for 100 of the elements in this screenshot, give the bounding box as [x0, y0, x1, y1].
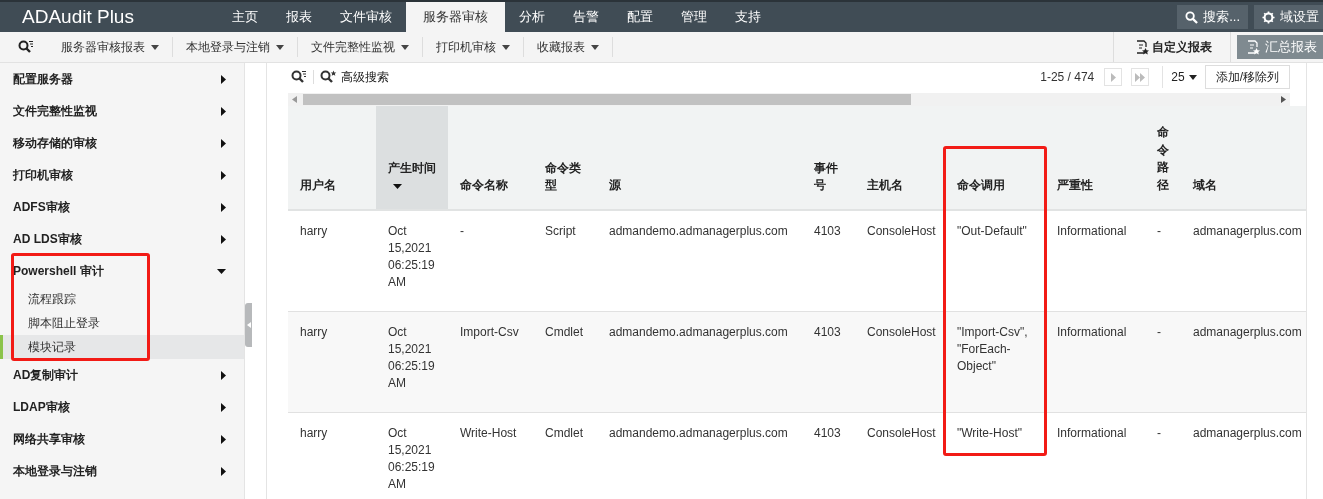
column-header[interactable]: 用户名 — [288, 106, 376, 210]
column-header[interactable]: 主机名 — [855, 106, 945, 210]
app-logo: ADAudit Plus — [21, 5, 135, 29]
sidebar-item[interactable]: 文件完整性监视 — [0, 95, 244, 127]
sidebar-subitem[interactable]: 模块记录 — [0, 335, 244, 359]
nav-tab[interactable]: 分析 — [505, 2, 559, 32]
report-menu[interactable]: 文件完整性监视 — [298, 37, 423, 57]
caret-icon — [276, 44, 284, 50]
sidebar-item[interactable]: 本地登录与注销 — [0, 455, 244, 487]
scroll-right-icon[interactable] — [1281, 96, 1286, 103]
sidebar-item[interactable]: AD LDS审核 — [0, 223, 244, 255]
sidebar-item[interactable]: 移动存储的审核 — [0, 127, 244, 159]
nav-tab[interactable]: 报表 — [272, 2, 326, 32]
report-menu[interactable]: 服务器审核报表 — [48, 37, 173, 57]
sidebar-item[interactable]: LDAP审核 — [0, 391, 244, 423]
sidebar-subitem[interactable]: 脚本阻止登录 — [0, 311, 244, 335]
table-cell: Script — [533, 210, 597, 312]
sidebar-item[interactable]: Powershell 审计 — [0, 255, 244, 287]
search-star-icon — [320, 70, 337, 84]
nav-tab[interactable]: 服务器审核 — [406, 2, 505, 32]
nav-tab[interactable]: 管理 — [667, 2, 721, 32]
advanced-search-button[interactable]: 高级搜索 — [320, 68, 389, 86]
caret-right-icon — [221, 202, 226, 212]
column-header[interactable]: 命令调用 — [945, 106, 1045, 210]
table-cell: 4103 — [802, 412, 855, 499]
column-header[interactable]: 命令路径 — [1145, 106, 1181, 210]
add-remove-columns-button[interactable]: 添加/移除列 — [1204, 65, 1290, 89]
column-header[interactable]: 源 — [597, 106, 802, 210]
table-cell: admandemo.admanagerplus.com — [597, 210, 802, 312]
page-size-dropdown[interactable]: 25 — [1162, 66, 1205, 88]
next-icon — [1110, 72, 1116, 82]
page-range: 1-25 / 474 — [1040, 70, 1095, 84]
table-cell: ConsoleHost — [855, 210, 945, 312]
column-header[interactable]: 命令类型 — [533, 106, 597, 210]
sidebar-item[interactable]: 网络共享审核 — [0, 423, 244, 455]
sidebar-item[interactable]: 配置服务器 — [0, 63, 244, 95]
caret-right-icon — [221, 138, 226, 148]
caret-right-icon — [221, 170, 226, 180]
sidebar-item[interactable]: AD复制审计 — [0, 359, 244, 391]
table-cell: Import-Csv — [448, 311, 533, 413]
nav-tab[interactable]: 告警 — [559, 2, 613, 32]
table-cell: harry — [288, 311, 376, 413]
caret-icon — [502, 44, 510, 50]
report-menu[interactable]: 打印机审核 — [423, 37, 524, 57]
table-cell: harry — [288, 412, 376, 499]
table-cell: ConsoleHost — [855, 311, 945, 413]
search-filter-icon[interactable] — [18, 40, 34, 54]
summary-report-button[interactable]: 汇总报表 — [1237, 35, 1323, 59]
last-page-icon — [1135, 72, 1146, 82]
column-header[interactable]: 产生时间 — [376, 106, 448, 210]
custom-report-button[interactable]: 自定义报表 — [1113, 32, 1231, 62]
table-cell: "Out-Default" — [945, 210, 1045, 312]
report-menu[interactable]: 收藏报表 — [524, 37, 613, 57]
nav-tab[interactable]: 支持 — [721, 2, 775, 32]
table-cell: Oct 15,2021 06:25:19 AM — [376, 412, 448, 499]
table-cell: "Write-Host" — [945, 412, 1045, 499]
table-cell: - — [1145, 311, 1181, 413]
search-filter-icon[interactable] — [291, 70, 314, 84]
table-cell: ConsoleHost — [855, 412, 945, 499]
last-page-button[interactable] — [1131, 68, 1150, 86]
caret-icon — [591, 44, 599, 50]
settings-icon — [1262, 10, 1275, 24]
table-cell: admandemo.admanagerplus.com — [597, 412, 802, 499]
table-cell: Write-Host — [448, 412, 533, 499]
caret-right-icon — [221, 402, 226, 412]
caret-right-icon — [221, 74, 226, 84]
table-cell: - — [448, 210, 533, 312]
nav-tab[interactable]: 主页 — [218, 2, 272, 32]
search-icon — [1185, 10, 1199, 24]
table-cell: "Import-Csv", "ForEach-Object" — [945, 311, 1045, 413]
collapse-handle[interactable] — [245, 303, 252, 347]
table-cell: harry — [288, 210, 376, 312]
table-cell: Oct 15,2021 06:25:19 AM — [376, 210, 448, 312]
caret-down-icon — [217, 268, 226, 274]
caret-right-icon — [221, 234, 226, 244]
caret-icon — [401, 44, 409, 50]
column-header[interactable]: 命令名称 — [448, 106, 533, 210]
sort-down-icon — [393, 184, 402, 189]
sidebar-subitem[interactable]: 流程跟踪 — [0, 287, 244, 311]
table-cell: admanagerplus.com — [1181, 311, 1306, 413]
sidebar-item[interactable]: 打印机审核 — [0, 159, 244, 191]
column-header[interactable]: 严重性 — [1045, 106, 1145, 210]
table-cell: 4103 — [802, 210, 855, 312]
next-page-button[interactable] — [1104, 68, 1123, 86]
column-header[interactable]: 事件号 — [802, 106, 855, 210]
caret-icon — [1188, 74, 1197, 80]
nav-tab[interactable]: 配置 — [613, 2, 667, 32]
sidebar-item[interactable]: ADFS审核 — [0, 191, 244, 223]
domain-settings-button[interactable]: 域设置 — [1254, 5, 1323, 29]
column-header[interactable]: 域名 — [1181, 106, 1306, 210]
report-menu[interactable]: 本地登录与注销 — [173, 37, 298, 57]
horizontal-scrollbar[interactable] — [288, 93, 1290, 106]
search-button[interactable]: 搜索... — [1177, 5, 1248, 29]
table-cell: Oct 15,2021 06:25:19 AM — [376, 311, 448, 413]
table-cell: Informational — [1045, 311, 1145, 413]
table-cell: Cmdlet — [533, 311, 597, 413]
report-star-icon — [1136, 39, 1149, 55]
nav-tab[interactable]: 文件审核 — [326, 2, 406, 32]
scroll-left-icon[interactable] — [292, 96, 297, 103]
table-cell: - — [1145, 412, 1181, 499]
